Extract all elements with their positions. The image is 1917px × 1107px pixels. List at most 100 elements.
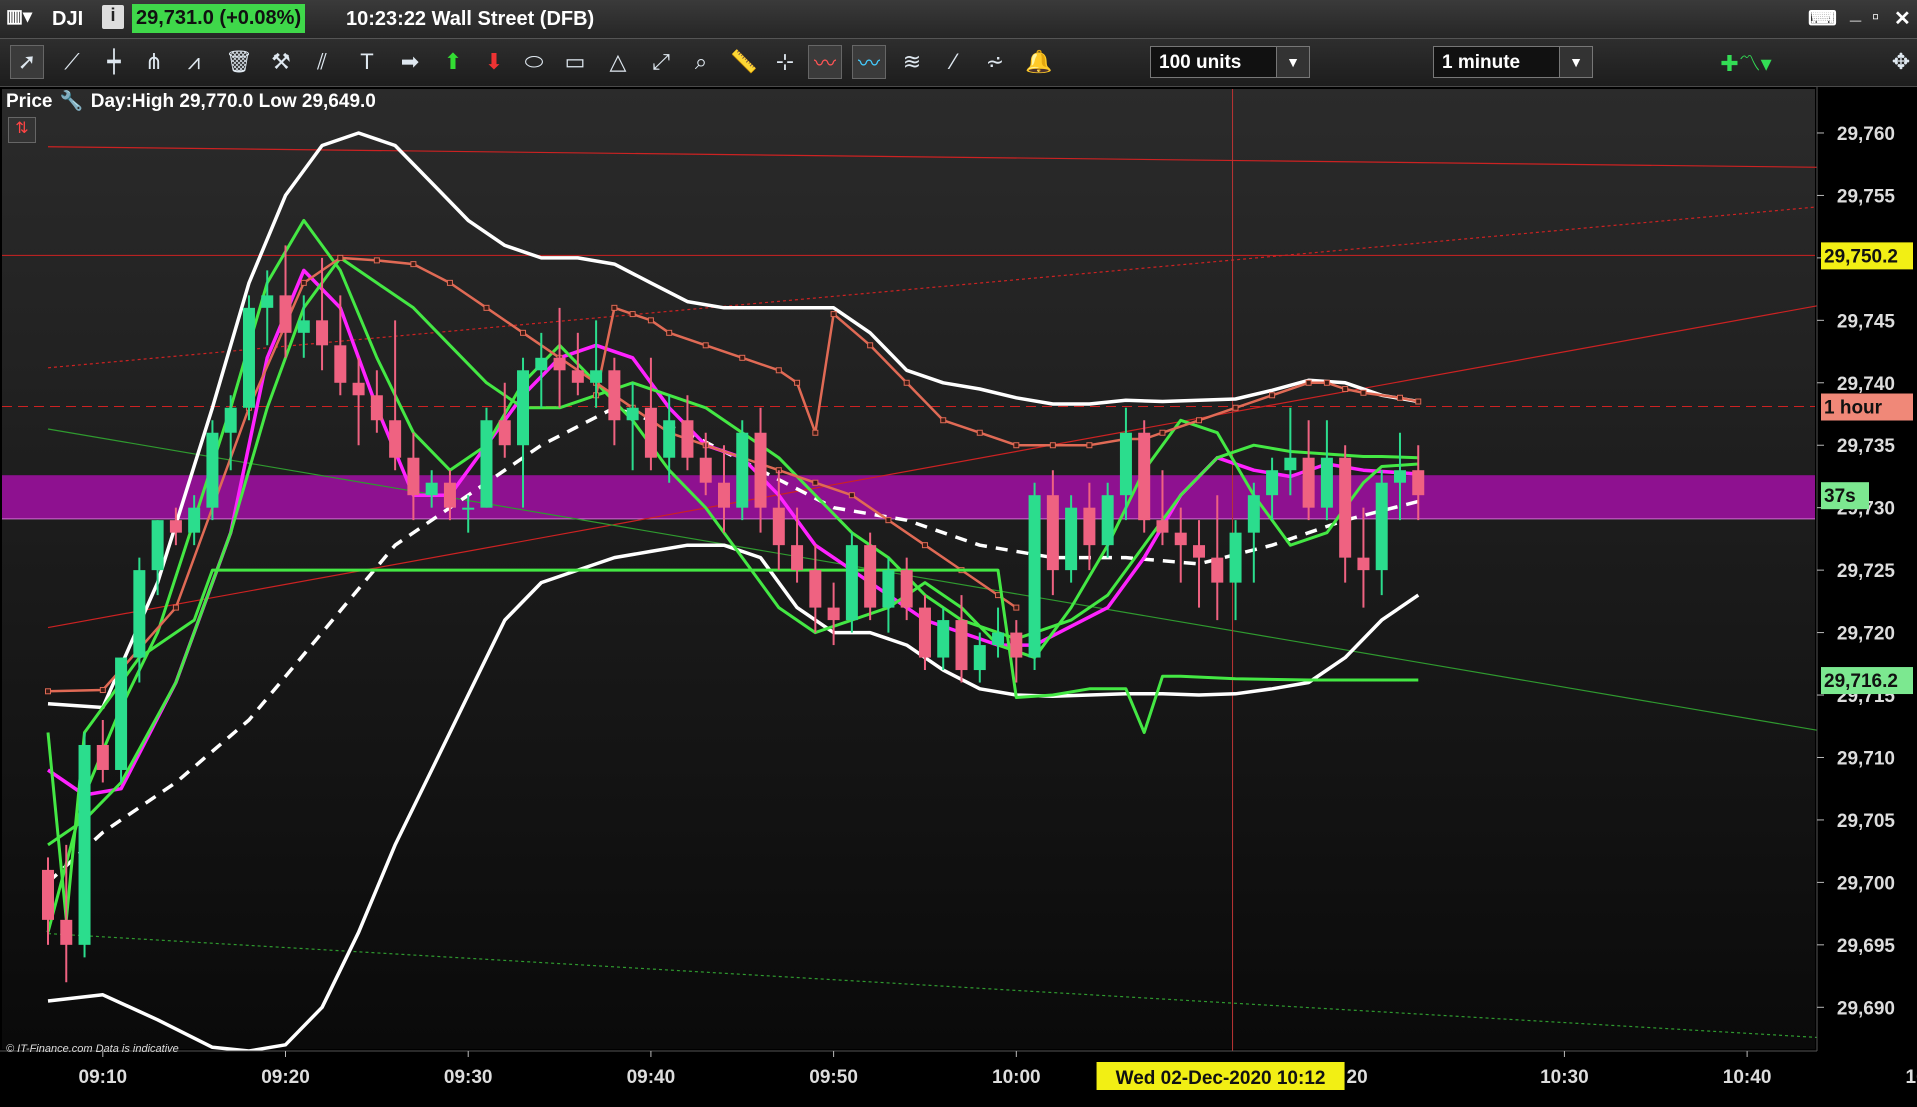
sort-arrows-icon[interactable]: ⇅ <box>8 117 36 143</box>
wrench-icon[interactable]: 🔧 <box>60 91 84 112</box>
series-marker <box>629 311 636 318</box>
y-tick-label: 29,705 <box>1837 811 1896 832</box>
series-marker <box>775 367 782 374</box>
candle <box>754 432 767 508</box>
ruler-icon[interactable]: 📏 <box>727 45 761 79</box>
candle <box>608 370 621 421</box>
alert-bell-icon[interactable]: 🔔 <box>1022 45 1056 79</box>
add-indicator-icon[interactable]: ✚〽▾ <box>1716 45 1776 79</box>
zoom-icon[interactable]: ⌕ <box>684 45 718 79</box>
wave-icon[interactable]: 〰 <box>808 45 842 79</box>
cursor-icon[interactable]: ➚ <box>10 45 44 79</box>
rectangle-icon[interactable]: ▭ <box>558 45 592 79</box>
chevron-down-icon: ▼ <box>1559 47 1592 77</box>
candle <box>1193 545 1206 558</box>
y-tick-label: 29,720 <box>1837 624 1895 645</box>
price-chart[interactable]: 29,69029,69529,70029,70529,71029,71529,7… <box>0 87 1917 1102</box>
series-marker <box>739 354 746 361</box>
price-label: 37s <box>1824 486 1856 507</box>
price-label: 29,716.2 <box>1824 671 1898 692</box>
interval-select[interactable]: 1 minute ▼ <box>1433 46 1593 78</box>
fork-icon[interactable]: ⋔ <box>137 45 171 79</box>
title-bar: ▥▾ DJI i 29,731.0 (+0.08%) 10:23:22 Wall… <box>0 0 1917 39</box>
candle <box>188 507 201 533</box>
candle <box>1174 532 1187 546</box>
candle <box>864 545 877 608</box>
tools-icon[interactable]: ⚒ <box>264 45 298 79</box>
chart-area[interactable]: 29,690 29,695 29,700 29,705 29,710 29,715 29,7… <box>0 87 1917 1102</box>
keyboard-icon[interactable]: ⌨ <box>1808 6 1837 31</box>
parallel-lines-icon[interactable]: ⫽ <box>305 45 339 79</box>
zigzag-icon[interactable]: ⩘ <box>177 45 211 79</box>
series-marker <box>1269 392 1276 399</box>
candle <box>918 607 931 658</box>
expand-icon[interactable]: ⤢ <box>644 45 678 79</box>
series-marker <box>976 429 983 436</box>
candle <box>42 869 54 920</box>
interval-value: 1 minute <box>1442 52 1521 73</box>
trendline-icon[interactable]: ⁄ <box>937 45 971 79</box>
triangle-icon[interactable]: △ <box>601 45 635 79</box>
text-icon[interactable]: T <box>350 45 384 79</box>
candle <box>352 382 365 396</box>
candle <box>389 420 402 458</box>
series-marker <box>702 342 709 349</box>
vertical-line-icon[interactable]: ┿ <box>97 45 131 79</box>
units-select[interactable]: 100 units ▼ <box>1150 46 1310 78</box>
candle <box>224 407 237 433</box>
series-marker <box>812 429 819 436</box>
y-tick-label: 29,735 <box>1837 436 1896 457</box>
series-marker <box>446 279 453 286</box>
candle <box>1211 557 1224 583</box>
wave2-icon[interactable]: 〰 <box>852 45 886 79</box>
price-label: 1 hour <box>1824 398 1883 419</box>
minimize-icon[interactable]: _ <box>1850 2 1861 25</box>
series-marker <box>1415 398 1422 405</box>
series-marker <box>483 304 490 311</box>
up-arrow-icon[interactable]: ⬆ <box>436 45 470 79</box>
candle <box>1101 495 1114 546</box>
fibonacci-icon[interactable]: ≋ <box>895 45 929 79</box>
candle <box>407 457 420 496</box>
down-arrow-icon[interactable]: ⬇ <box>477 45 511 79</box>
candle <box>498 420 511 446</box>
candle <box>1247 495 1260 533</box>
data-credit: © IT-Finance.com Data is indicative <box>6 1043 179 1055</box>
crosshair-icon[interactable]: ⊹ <box>768 45 802 79</box>
chart-menu-icon[interactable]: ▥▾ <box>6 6 32 27</box>
candle <box>425 482 438 496</box>
chevron-down-icon: ▼ <box>1276 47 1309 77</box>
series-marker <box>995 592 1002 599</box>
y-tick-label: 29,725 <box>1837 561 1896 582</box>
candle <box>1028 495 1041 658</box>
candle <box>736 432 749 508</box>
settings-icon[interactable]: ✥ <box>1888 45 1914 79</box>
maximize-icon[interactable]: ▫ <box>1872 6 1879 29</box>
channel-icon[interactable]: ⩫ <box>978 45 1012 79</box>
candle <box>1339 457 1352 558</box>
x-tick-label: 09:10 <box>79 1067 128 1088</box>
candle <box>1083 507 1096 546</box>
series-marker <box>99 687 106 694</box>
info-icon[interactable]: i <box>102 5 124 29</box>
close-icon[interactable]: ✕ <box>1894 6 1911 31</box>
series-marker <box>903 379 910 386</box>
candle <box>1284 457 1297 471</box>
candle <box>78 744 91 945</box>
cursor-date-label: Wed 02-Dec-2020 10:12 <box>1116 1068 1326 1089</box>
series-marker <box>1232 404 1239 411</box>
arrow-right-icon[interactable]: ➡ <box>393 45 427 79</box>
series-marker <box>611 304 618 311</box>
x-tick-label: 09:30 <box>444 1067 493 1088</box>
candle <box>571 370 584 383</box>
candle <box>1229 532 1242 583</box>
series-marker <box>666 329 673 336</box>
x-tick-label: 09:20 <box>261 1067 310 1088</box>
candle <box>1266 470 1279 496</box>
candle <box>1375 482 1388 571</box>
line-icon[interactable]: ⟋ <box>55 45 89 79</box>
ellipse-icon[interactable]: ⬭ <box>517 45 551 79</box>
candle <box>151 520 164 571</box>
trash-icon[interactable]: 🗑 <box>222 45 256 79</box>
candle <box>279 295 292 333</box>
